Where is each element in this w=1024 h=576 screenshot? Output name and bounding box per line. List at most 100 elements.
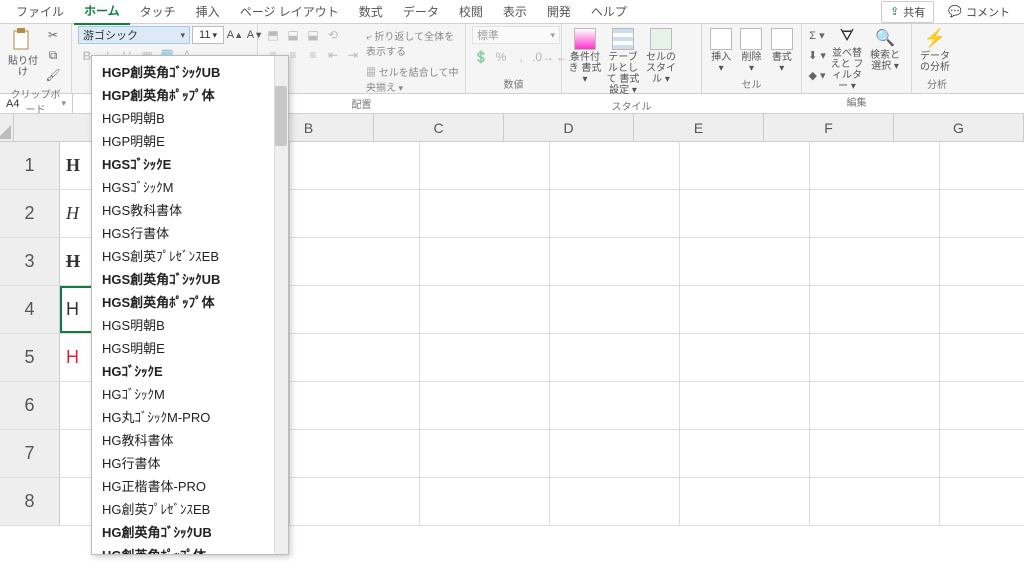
font-option[interactable]: HGｺﾞｼｯｸM	[92, 382, 288, 405]
orientation-button[interactable]: ⟲	[324, 26, 342, 44]
column-header[interactable]: F	[764, 114, 894, 142]
cell[interactable]	[290, 430, 420, 478]
name-box[interactable]: A4▾	[0, 94, 73, 113]
font-option[interactable]: HGP明朝E	[92, 129, 288, 152]
font-option[interactable]: HGP創英角ｺﾞｼｯｸUB	[92, 60, 288, 83]
cell[interactable]	[550, 286, 680, 334]
font-option[interactable]: HGP創英角ﾎﾟｯﾌﾟ体	[92, 83, 288, 106]
comma-button[interactable]: ,	[512, 48, 530, 66]
cell[interactable]	[290, 382, 420, 430]
cell[interactable]	[940, 430, 1024, 478]
tab-help[interactable]: ヘルプ	[581, 0, 637, 24]
column-header[interactable]: E	[634, 114, 764, 142]
cell[interactable]	[680, 334, 810, 382]
analyze-data-button[interactable]: ⚡データ の分析	[918, 26, 952, 73]
cell[interactable]	[940, 238, 1024, 286]
cell[interactable]	[680, 478, 810, 526]
align-middle-button[interactable]: ⬓	[284, 26, 302, 44]
cell[interactable]	[940, 190, 1024, 238]
font-option[interactable]: HG創英角ｺﾞｼｯｸUB	[92, 520, 288, 543]
row-header[interactable]: 7	[0, 430, 60, 478]
indent-dec-button[interactable]: ⇤	[324, 46, 342, 64]
row-header[interactable]: 1	[0, 142, 60, 190]
tab-insert[interactable]: 挿入	[186, 0, 230, 24]
insert-cells-button[interactable]: 挿入▾	[708, 26, 734, 74]
cell[interactable]	[420, 478, 550, 526]
fill-button[interactable]: ⬇ ▾	[808, 46, 826, 64]
grow-font-button[interactable]: A▲	[226, 26, 244, 44]
align-right-button[interactable]: ≡	[304, 46, 322, 64]
cell[interactable]	[420, 142, 550, 190]
font-option[interactable]: HGS教科書体	[92, 198, 288, 221]
comments-button[interactable]: 💬コメント	[940, 2, 1018, 22]
cell[interactable]	[550, 334, 680, 382]
cell[interactable]	[290, 238, 420, 286]
font-option[interactable]: HGS明朝E	[92, 336, 288, 359]
cell[interactable]	[550, 238, 680, 286]
cell[interactable]	[680, 142, 810, 190]
format-cells-button[interactable]: 書式▾	[769, 26, 795, 74]
autosum-button[interactable]: Σ ▾	[808, 26, 826, 44]
font-option[interactable]: HG創英ﾌﾟﾚｾﾞﾝｽEB	[92, 497, 288, 520]
row-header[interactable]: 6	[0, 382, 60, 430]
font-option[interactable]: HGS明朝B	[92, 313, 288, 336]
cell[interactable]	[420, 430, 550, 478]
dropdown-scrollbar[interactable]	[274, 56, 288, 554]
row-header[interactable]: 8	[0, 478, 60, 526]
tab-view[interactable]: 表示	[493, 0, 537, 24]
copy-button[interactable]: ⧉	[44, 46, 62, 64]
tab-home[interactable]: ホーム	[74, 0, 130, 25]
font-option[interactable]: HGSｺﾞｼｯｸE	[92, 152, 288, 175]
align-bottom-button[interactable]: ⬓	[304, 26, 322, 44]
cell[interactable]	[940, 286, 1024, 334]
tab-data[interactable]: データ	[393, 0, 449, 24]
column-header[interactable]: G	[894, 114, 1024, 142]
tab-touch[interactable]: タッチ	[130, 0, 186, 24]
cell[interactable]	[680, 382, 810, 430]
cell[interactable]	[940, 382, 1024, 430]
font-option[interactable]: HG正楷書体-PRO	[92, 474, 288, 497]
select-all-corner[interactable]	[0, 114, 14, 142]
cell[interactable]	[810, 334, 940, 382]
cut-button[interactable]: ✂	[44, 26, 62, 44]
delete-cells-button[interactable]: 削除▾	[738, 26, 764, 74]
cell[interactable]	[810, 190, 940, 238]
cell[interactable]	[940, 478, 1024, 526]
font-size-combo[interactable]: 11▾	[192, 26, 224, 44]
cell[interactable]	[420, 334, 550, 382]
font-option[interactable]: HGS創英角ﾎﾟｯﾌﾟ体	[92, 290, 288, 313]
cell[interactable]	[550, 142, 680, 190]
cell[interactable]	[420, 286, 550, 334]
tab-pagelayout[interactable]: ページ レイアウト	[230, 0, 349, 24]
font-option[interactable]: HG教科書体	[92, 428, 288, 451]
cell[interactable]	[810, 430, 940, 478]
dec-decimal-button[interactable]: ←.0	[556, 48, 578, 66]
format-as-table-button[interactable]: テーブルとして 書式設定 ▾	[606, 26, 640, 96]
cell[interactable]	[420, 238, 550, 286]
cell[interactable]	[810, 142, 940, 190]
cell[interactable]	[810, 478, 940, 526]
sort-filter-button[interactable]: ᗊ並べ替えと フィルター ▾	[830, 26, 864, 92]
currency-button[interactable]: 💲	[472, 48, 490, 66]
indent-inc-button[interactable]: ⇥	[344, 46, 362, 64]
share-button[interactable]: ⇪共有	[881, 1, 934, 23]
cell[interactable]	[810, 286, 940, 334]
cell[interactable]	[940, 142, 1024, 190]
font-option[interactable]: HGS行書体	[92, 221, 288, 244]
tab-file[interactable]: ファイル	[6, 0, 74, 24]
percent-button[interactable]: %	[492, 48, 510, 66]
cell[interactable]	[290, 190, 420, 238]
cell[interactable]	[290, 478, 420, 526]
merge-center-button[interactable]: ▦ セルを結合して中央揃え ▾	[366, 64, 459, 94]
number-format-combo[interactable]: 標準▾	[472, 26, 560, 44]
column-header[interactable]: D	[504, 114, 634, 142]
font-option[interactable]: HGP明朝B	[92, 106, 288, 129]
clear-button[interactable]: ◆ ▾	[808, 66, 826, 84]
font-option[interactable]: HGｺﾞｼｯｸE	[92, 359, 288, 382]
cell[interactable]	[550, 430, 680, 478]
cell[interactable]	[550, 190, 680, 238]
paste-button[interactable]: 貼り付け	[6, 26, 40, 78]
font-option[interactable]: HG創英角ﾎﾟｯﾌﾟ体	[92, 543, 288, 555]
cell[interactable]	[550, 382, 680, 430]
row-header[interactable]: 2	[0, 190, 60, 238]
